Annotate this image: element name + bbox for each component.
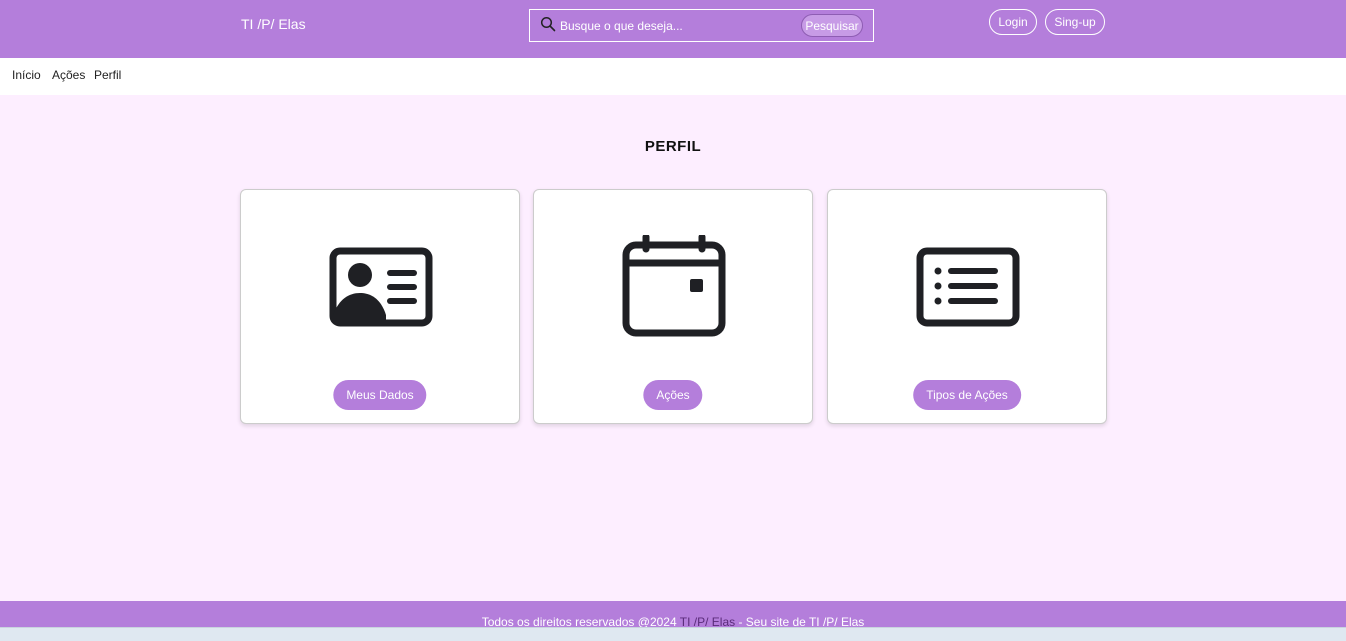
id-card-icon bbox=[329, 247, 433, 327]
card-acoes: Ações bbox=[533, 189, 813, 424]
meus-dados-button[interactable]: Meus Dados bbox=[333, 380, 427, 410]
search-icon bbox=[540, 16, 556, 32]
signup-button[interactable]: Sing-up bbox=[1045, 9, 1105, 35]
footer: Todos os direitos reservados @2024 TI /P… bbox=[0, 601, 1346, 629]
acoes-button[interactable]: Ações bbox=[643, 380, 703, 410]
search-bar: Pesquisar bbox=[529, 9, 874, 42]
search-input[interactable] bbox=[560, 14, 795, 37]
list-icon bbox=[916, 247, 1020, 327]
nav-link-acoes[interactable]: Ações bbox=[52, 68, 85, 82]
nav-link-perfil[interactable]: Perfil bbox=[94, 68, 121, 82]
login-button[interactable]: Login bbox=[989, 9, 1037, 35]
tipos-de-acoes-button[interactable]: Tipos de Ações bbox=[913, 380, 1021, 410]
search-button[interactable]: Pesquisar bbox=[801, 14, 863, 37]
page-title: PERFIL bbox=[644, 138, 702, 155]
nav-bar: Início Ações Perfil bbox=[0, 58, 1346, 95]
brand-logo-text[interactable]: TI /P/ Elas bbox=[241, 16, 306, 32]
top-header: TI /P/ Elas Pesquisar Login Sing-up bbox=[0, 0, 1346, 58]
card-tipos-de-acoes: Tipos de Ações bbox=[827, 189, 1107, 424]
os-taskbar bbox=[0, 627, 1346, 641]
nav-link-inicio[interactable]: Início bbox=[12, 68, 41, 82]
calendar-icon bbox=[622, 235, 726, 337]
card-meus-dados: Meus Dados bbox=[240, 189, 520, 424]
